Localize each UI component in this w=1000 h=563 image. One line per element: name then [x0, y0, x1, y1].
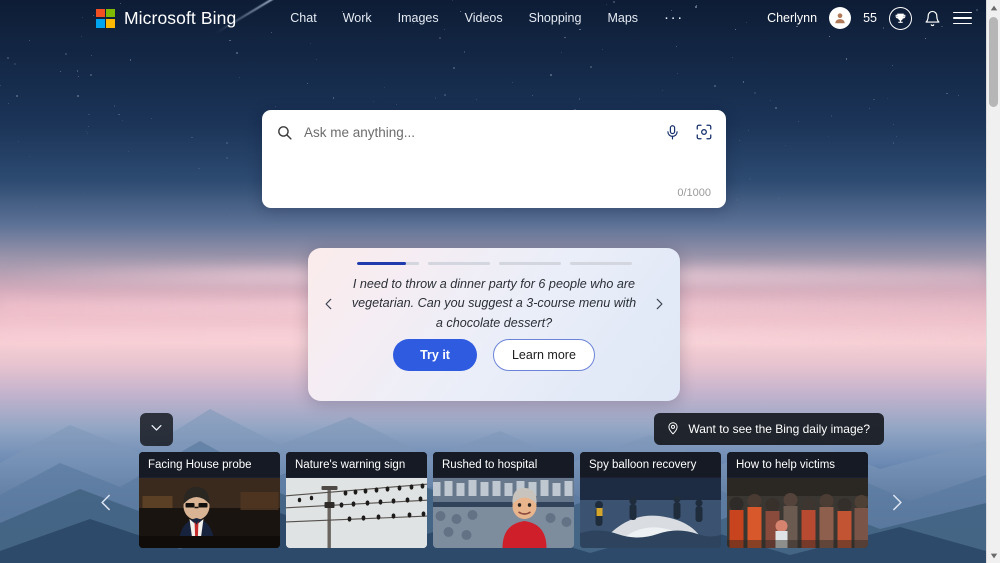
- progress-bar-2[interactable]: [427, 262, 490, 265]
- news-card-title: Facing House probe: [139, 452, 280, 477]
- user-avatar-icon[interactable]: [829, 7, 852, 29]
- search-input[interactable]: [304, 124, 664, 140]
- page-scrollbar[interactable]: [986, 0, 1000, 563]
- news-card-thumbnail: [580, 478, 721, 548]
- nav-item-videos[interactable]: Videos: [465, 11, 503, 25]
- news-card[interactable]: Nature's warning sign: [286, 452, 427, 548]
- news-card[interactable]: Spy balloon recovery: [580, 452, 721, 548]
- search-actions: [664, 123, 713, 141]
- daily-image-label: Want to see the Bing daily image?: [688, 422, 870, 436]
- scrollbar-thumb[interactable]: [989, 17, 998, 107]
- progress-bar-3[interactable]: [498, 262, 561, 265]
- suggestion-body: I need to throw a dinner party for 6 peo…: [308, 265, 680, 343]
- news-card-thumbnail: [433, 478, 574, 548]
- news-card-thumbnail: [286, 478, 427, 548]
- nav-overflow-button[interactable]: ···: [664, 10, 684, 25]
- suggestion-prev-button[interactable]: [312, 297, 346, 311]
- search-box: 0/1000: [262, 110, 726, 208]
- nav-item-maps[interactable]: Maps: [607, 11, 638, 25]
- suggestion-next-button[interactable]: [642, 297, 676, 311]
- chevron-down-icon: [149, 420, 164, 440]
- news-card-thumbnail: [727, 478, 868, 548]
- news-card[interactable]: Rushed to hospital: [433, 452, 574, 548]
- nav-item-chat[interactable]: Chat: [290, 11, 316, 25]
- header-account-area: Cherlynn 55: [767, 6, 986, 30]
- news-card[interactable]: How to help victims: [727, 452, 868, 548]
- progress-bar-1[interactable]: [356, 262, 419, 265]
- microphone-icon[interactable]: [664, 124, 681, 141]
- rewards-points: 55: [863, 11, 877, 25]
- microsoft-squares-icon: [96, 8, 115, 28]
- collapse-feed-button[interactable]: [140, 413, 173, 446]
- nav-item-work[interactable]: Work: [343, 11, 372, 25]
- search-row: [262, 110, 726, 154]
- news-card-title: How to help victims: [727, 452, 868, 477]
- progress-bar-4[interactable]: [569, 262, 632, 265]
- bing-daily-image-prompt[interactable]: Want to see the Bing daily image?: [654, 413, 884, 445]
- character-counter: 0/1000: [677, 187, 711, 199]
- try-it-button[interactable]: Try it: [393, 339, 477, 371]
- nav-item-shopping[interactable]: Shopping: [529, 11, 582, 25]
- learn-more-button[interactable]: Learn more: [492, 339, 595, 371]
- news-next-button[interactable]: [879, 480, 913, 524]
- suggestion-prompt-text: I need to throw a dinner party for 6 peo…: [351, 277, 637, 330]
- trophy-icon[interactable]: [889, 6, 912, 30]
- suggestion-actions: Try it Learn more: [308, 339, 680, 371]
- top-navigation-bar: Microsoft Bing Chat Work Images Videos S…: [0, 0, 986, 36]
- news-prev-button[interactable]: [89, 480, 123, 524]
- bell-icon[interactable]: [924, 10, 941, 27]
- suggestion-carousel-card: I need to throw a dinner party for 6 peo…: [308, 248, 680, 401]
- news-carousel: Facing House probe Nature's warning sign…: [139, 452, 868, 548]
- news-card-title: Spy balloon recovery: [580, 452, 721, 477]
- news-card[interactable]: Facing House probe: [139, 452, 280, 548]
- hamburger-menu-icon[interactable]: [953, 11, 972, 25]
- brand-logo[interactable]: Microsoft Bing: [96, 8, 236, 29]
- scroll-up-arrow-icon[interactable]: [987, 0, 1000, 15]
- user-name: Cherlynn: [767, 11, 818, 25]
- search-icon: [276, 124, 293, 141]
- location-pin-icon: [666, 421, 680, 438]
- scroll-down-arrow-icon[interactable]: [987, 548, 1000, 563]
- carousel-progress-indicators: [308, 248, 680, 265]
- news-card-title: Rushed to hospital: [433, 452, 574, 477]
- brand-name: Microsoft Bing: [124, 7, 237, 28]
- nav-item-images[interactable]: Images: [398, 11, 439, 25]
- news-card-title: Nature's warning sign: [286, 452, 427, 477]
- news-card-thumbnail: [139, 478, 280, 548]
- nav-links: Chat Work Images Videos Shopping Maps ··…: [290, 10, 684, 25]
- visual-search-camera-icon[interactable]: [695, 123, 713, 141]
